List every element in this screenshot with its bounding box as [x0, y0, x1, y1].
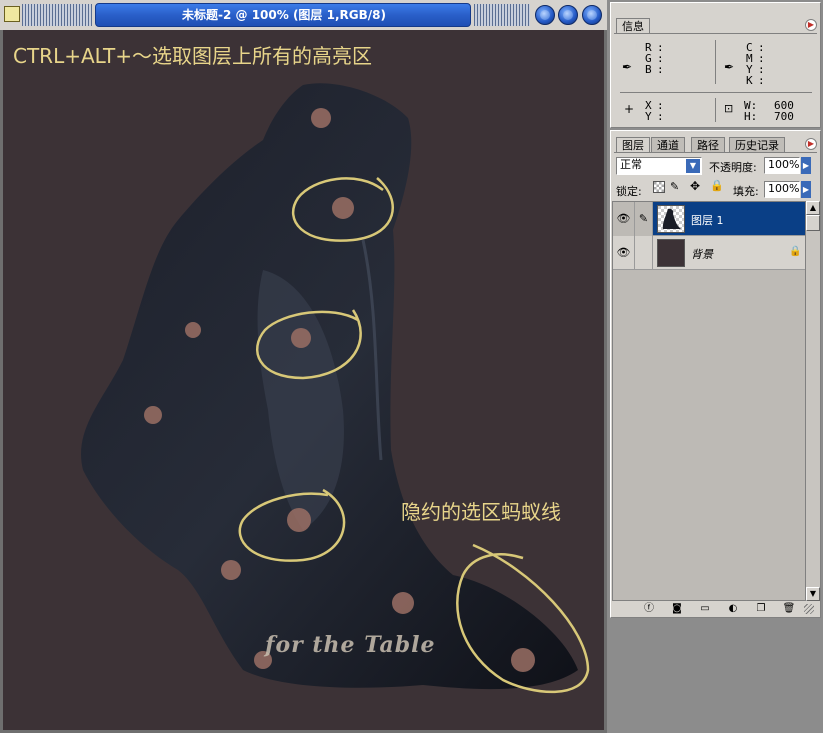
cmyk-colons: :::: — [758, 41, 765, 87]
layers-panel: 图层 通道 路径 历史记录 ▶ 正常 ▼ 不透明度: 100% ▶ 锁定: ✎ … — [610, 130, 821, 618]
tab-layers-label: 图层 — [622, 139, 644, 152]
new-layer-icon[interactable]: ❐ — [754, 602, 768, 615]
k-label: K — [746, 74, 753, 87]
background-visibility-eye-icon[interactable]: 👁 — [613, 236, 635, 270]
layer-row-1[interactable]: 👁 ✎ 图层 1 — [613, 202, 805, 236]
wh-labels: W: H: — [744, 99, 758, 123]
layer-1-name: 图层 1 — [691, 214, 724, 227]
opacity-slider-button[interactable]: ▶ — [801, 157, 811, 174]
background-layer-name: 背景 — [691, 248, 713, 261]
lock-all-icon[interactable]: 🔒 — [710, 179, 724, 192]
y-coord-label: Y — [645, 110, 652, 123]
layers-list: 👁 ✎ 图层 1 👁 背景 🔒 — [612, 201, 806, 601]
new-group-icon[interactable]: ▭ — [698, 602, 712, 615]
opacity-field[interactable]: 100% — [764, 157, 800, 174]
close-button[interactable] — [582, 5, 602, 25]
background-link-cell[interactable] — [635, 236, 653, 270]
maximize-button[interactable] — [558, 5, 578, 25]
layers-tab-underline — [614, 152, 817, 153]
document-title: 未标题-2 @ 100% (图层 1,RGB/8) — [182, 8, 386, 22]
tab-info[interactable]: 信息 — [616, 18, 650, 33]
h-label: H — [744, 110, 751, 123]
fill-label: 填充: — [733, 185, 759, 198]
b-label: B — [645, 63, 652, 76]
chevron-down-icon[interactable]: ▼ — [686, 159, 700, 173]
tab-layers[interactable]: 图层 — [616, 137, 650, 152]
wh-values: 600 700 — [774, 100, 794, 122]
minimize-button[interactable] — [535, 5, 555, 25]
rgb-colons: ::: — [657, 41, 664, 76]
fill-slider-button[interactable]: ▶ — [801, 181, 811, 198]
document-window: 未标题-2 @ 100% (图层 1,RGB/8) CTRL+ALT+～选取图层… — [0, 0, 607, 733]
tab-history-label: 历史记录 — [735, 139, 779, 152]
info-divider-vertical — [715, 40, 716, 84]
lock-position-icon[interactable]: ✥ — [690, 179, 700, 193]
rgb-labels: R G B — [645, 42, 652, 75]
tab-info-label: 信息 — [622, 20, 644, 33]
tab-paths-label: 路径 — [697, 139, 719, 152]
eyedropper-icon: ✒ — [622, 60, 633, 74]
tab-history[interactable]: 历史记录 — [729, 137, 785, 152]
selection-size-icon: ⊡ — [724, 102, 734, 115]
scroll-down-button[interactable]: ▼ — [806, 587, 820, 601]
watermark-text: for the Table — [265, 632, 436, 658]
layers-footer: ⓕ ◙ ▭ ◐ ❐ 🗑 — [614, 601, 817, 617]
blend-mode-value: 正常 — [620, 158, 642, 171]
resize-grip-icon[interactable] — [804, 604, 814, 614]
opacity-label: 不透明度: — [709, 161, 757, 174]
annotation-text-right: 隐约的选区蚂蚁线 — [401, 500, 561, 524]
background-thumbnail — [657, 239, 685, 267]
eyedropper-cmyk-icon: ✒ — [724, 60, 735, 74]
xy-colons: :: — [657, 99, 664, 123]
adjustment-layer-icon[interactable]: ◐ — [726, 602, 740, 615]
info-panel: 信息 ▶ ✒ R G B ::: ✒ C M Y K :::: + X Y ::… — [610, 2, 821, 128]
title-grip-left — [22, 4, 92, 26]
h-value: 700 — [774, 110, 794, 123]
app-icon[interactable] — [4, 6, 20, 22]
fill-value: 100% — [768, 182, 800, 195]
title-bar-center: 未标题-2 @ 100% (图层 1,RGB/8) — [95, 3, 471, 27]
tab-channels-label: 通道 — [657, 139, 679, 152]
background-lock-icon: 🔒 — [789, 246, 802, 257]
layer-1-visibility-eye-icon[interactable]: 👁 — [613, 202, 635, 236]
layer-1-thumbnail-shape — [662, 208, 681, 229]
layer-style-icon[interactable]: ⓕ — [642, 602, 656, 615]
fill-field[interactable]: 100% — [764, 181, 800, 198]
lock-transparent-icon[interactable] — [653, 181, 665, 193]
layers-panel-menu-button[interactable]: ▶ — [805, 138, 817, 150]
info-divider-vertical-2 — [715, 98, 716, 122]
xy-labels: X Y — [645, 100, 652, 122]
delete-layer-icon[interactable]: 🗑 — [782, 602, 796, 615]
tab-channels[interactable]: 通道 — [651, 137, 685, 152]
info-divider-horizontal — [620, 92, 812, 93]
image-canvas[interactable]: CTRL+ALT+～选取图层上所有的高亮区 隐约的选区蚂蚁线 for the T… — [3, 30, 604, 730]
lock-image-icon[interactable]: ✎ — [670, 180, 679, 193]
layer-1-thumbnail — [657, 205, 685, 233]
blend-mode-select[interactable]: 正常 ▼ — [616, 157, 702, 175]
layer-1-brush-icon[interactable]: ✎ — [635, 202, 653, 236]
gown-illustration — [81, 83, 590, 694]
tab-paths[interactable]: 路径 — [691, 137, 725, 152]
layer-mask-icon[interactable]: ◙ — [670, 602, 684, 615]
info-panel-body: ✒ R G B ::: ✒ C M Y K :::: + X Y :: ⊡ W:… — [614, 33, 817, 126]
lock-label: 锁定: — [616, 185, 642, 198]
title-grip-right — [474, 4, 530, 26]
info-panel-menu-button[interactable]: ▶ — [805, 19, 817, 31]
crosshair-icon: + — [624, 102, 635, 116]
layers-scrollbar[interactable]: ▲ ▼ — [806, 201, 820, 601]
annotation-text-top: CTRL+ALT+～选取图层上所有的高亮区 — [13, 44, 373, 68]
document-title-bar[interactable]: 未标题-2 @ 100% (图层 1,RGB/8) — [0, 0, 607, 30]
layer-row-background[interactable]: 👁 背景 🔒 — [613, 236, 805, 270]
scroll-thumb[interactable] — [806, 215, 820, 231]
scroll-up-button[interactable]: ▲ — [806, 201, 820, 215]
cmyk-labels: C M Y K — [746, 42, 753, 86]
opacity-value: 100% — [768, 158, 800, 171]
